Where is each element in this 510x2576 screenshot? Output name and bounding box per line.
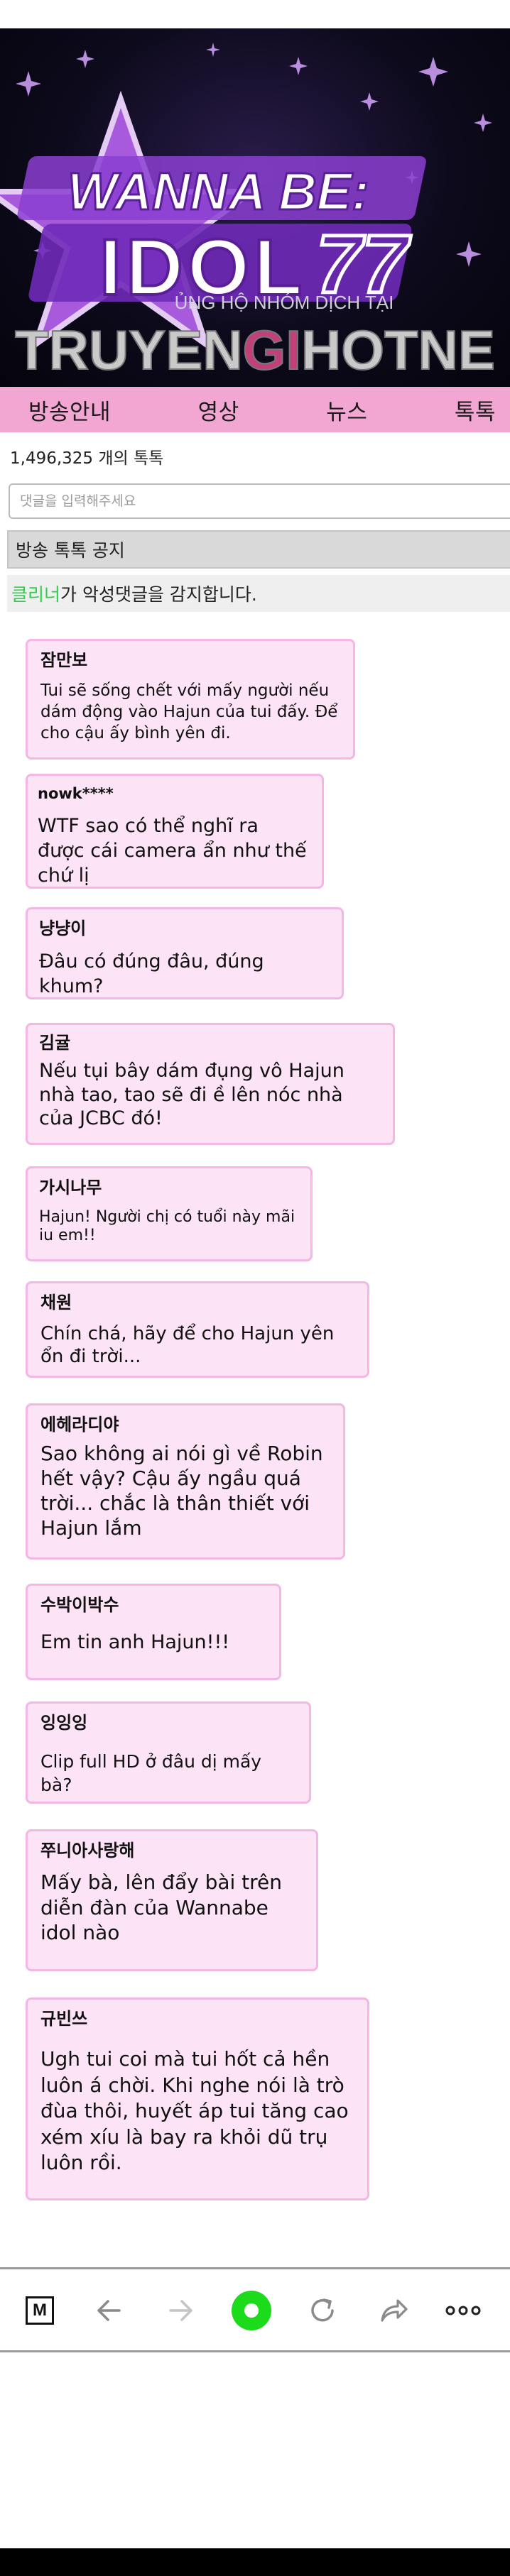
comment-author: 채원 — [40, 1293, 72, 1312]
comment-item: 잉잉잉 Clip full HD ở đâu dị mấy bà? — [26, 1701, 311, 1804]
comment-item: 쭈니아사랑해 Mấy bà, lên đẩy bài trên diễn đàn… — [26, 1829, 318, 1971]
comment-author: 잉잉잉 — [40, 1713, 88, 1733]
cleaner-name: 클리너 — [11, 584, 61, 605]
comment-text: Hajun! Người chị có tuổi này mãi iu em!! — [39, 1208, 295, 1244]
comment-text: Clip full HD ở đâu dị mấy bà? — [40, 1751, 262, 1795]
talk-notice[interactable]: 방송 톡톡 공지 — [7, 530, 510, 569]
talk-count: 1,496,325 개의 톡톡 — [10, 449, 164, 468]
comment-author: 잠만보 — [40, 650, 88, 670]
comment-item: 규빈쓰 Ugh tui coi mà tui hốt cả hền luôn á… — [26, 1997, 369, 2200]
refresh-icon[interactable] — [297, 2285, 348, 2336]
comment-text: Sao không ai nói gì về Robin hết vậy? Cậ… — [40, 1442, 323, 1540]
forward-arrow-icon[interactable] — [155, 2285, 206, 2336]
comment-text: Đâu có đúng đâu, đúng khum? — [39, 950, 264, 998]
comment-author: nowk**** — [38, 785, 114, 802]
comment-item: 에헤라디야 Sao không ai nói gì về Robin hết v… — [26, 1403, 345, 1560]
tab-talk[interactable]: 톡톡 — [455, 394, 496, 426]
system-nav-bar — [0, 2548, 510, 2576]
more-icon[interactable] — [438, 2285, 489, 2336]
comment-item: 수박이박수 Em tin anh Hajun!!! — [26, 1584, 281, 1680]
comic-banner: WANNA BE: IDOL 77 ỦNG HỘ NHÓM DỊCH TẠI T… — [0, 28, 510, 387]
comment-author: 냥냥이 — [39, 919, 87, 938]
back-arrow-icon[interactable] — [84, 2285, 135, 2336]
record-icon[interactable] — [226, 2285, 277, 2336]
comment-item: 잠만보 Tui sẽ sống chết với mấy người nếu d… — [26, 639, 355, 760]
tab-video[interactable]: 영상 — [198, 394, 239, 426]
comment-text: Chín chá, hãy để cho Hajun yên ổn đi trờ… — [40, 1323, 335, 1367]
share-icon[interactable] — [368, 2285, 419, 2336]
support-text: ỦNG HỘ NHÓM DỊCH TẠI — [175, 291, 394, 313]
comment-item: 냥냥이 Đâu có đúng đâu, đúng khum? — [26, 907, 344, 999]
comment-text: Nếu tụi bây dám đụng vô Hajun nhà tao, t… — [39, 1060, 344, 1130]
comment-item: 김귤 Nếu tụi bây dám đụng vô Hajun nhà tao… — [26, 1023, 395, 1145]
comment-author: 에헤라디야 — [40, 1415, 119, 1435]
comment-author: 쭈니아사랑해 — [40, 1841, 135, 1860]
comment-text: Mấy bà, lên đẩy bài trên diễn đàn của Wa… — [40, 1870, 283, 1945]
watermark: TRUYENGIHOTNE — [15, 319, 495, 381]
tab-broadcast-info[interactable]: 방송안내 — [28, 394, 111, 426]
banner-art: WANNA BE: IDOL 77 ỦNG HỘ NHÓM DỊCH TẠI T… — [0, 43, 496, 382]
status-bar — [0, 0, 510, 28]
comment-author: 김귤 — [39, 1033, 71, 1053]
logo-line1: WANNA BE: — [67, 162, 369, 221]
m-icon-label: M — [26, 2296, 54, 2325]
comment-text: WTF sao có thể nghĩ ra được cái camera ẩ… — [38, 815, 307, 887]
comment-author: 규빈쓰 — [40, 2009, 88, 2029]
browser-toolbar: M — [0, 2267, 510, 2352]
cleaner-text: 가 악성댓글을 감지합니다. — [60, 584, 257, 605]
comment-input[interactable] — [9, 483, 510, 519]
comment-item: nowk**** WTF sao có thể nghĩ ra được cái… — [26, 774, 324, 889]
tab-news[interactable]: 뉴스 — [326, 394, 367, 426]
comment-author: 가시나무 — [39, 1178, 102, 1197]
comment-item: 가시나무 Hajun! Người chị có tuổi này mãi iu… — [26, 1166, 313, 1261]
comment-text: Em tin anh Hajun!!! — [40, 1631, 230, 1654]
m-icon[interactable]: M — [14, 2285, 65, 2336]
comment-item: 채원 Chín chá, hãy để cho Hajun yên ổn đi … — [26, 1281, 369, 1378]
tab-navigation: 방송안내 영상 뉴스 톡톡 — [0, 387, 510, 432]
comment-text: Ugh tui coi mà tui hốt cả hền luôn á chờ… — [40, 2047, 349, 2174]
comment-author: 수박이박수 — [40, 1595, 119, 1615]
comment-text: Tui sẽ sống chết với mấy người nếu dám đ… — [40, 681, 338, 743]
cleaner-notice: 클리너 가 악성댓글을 감지합니다. — [7, 575, 510, 612]
